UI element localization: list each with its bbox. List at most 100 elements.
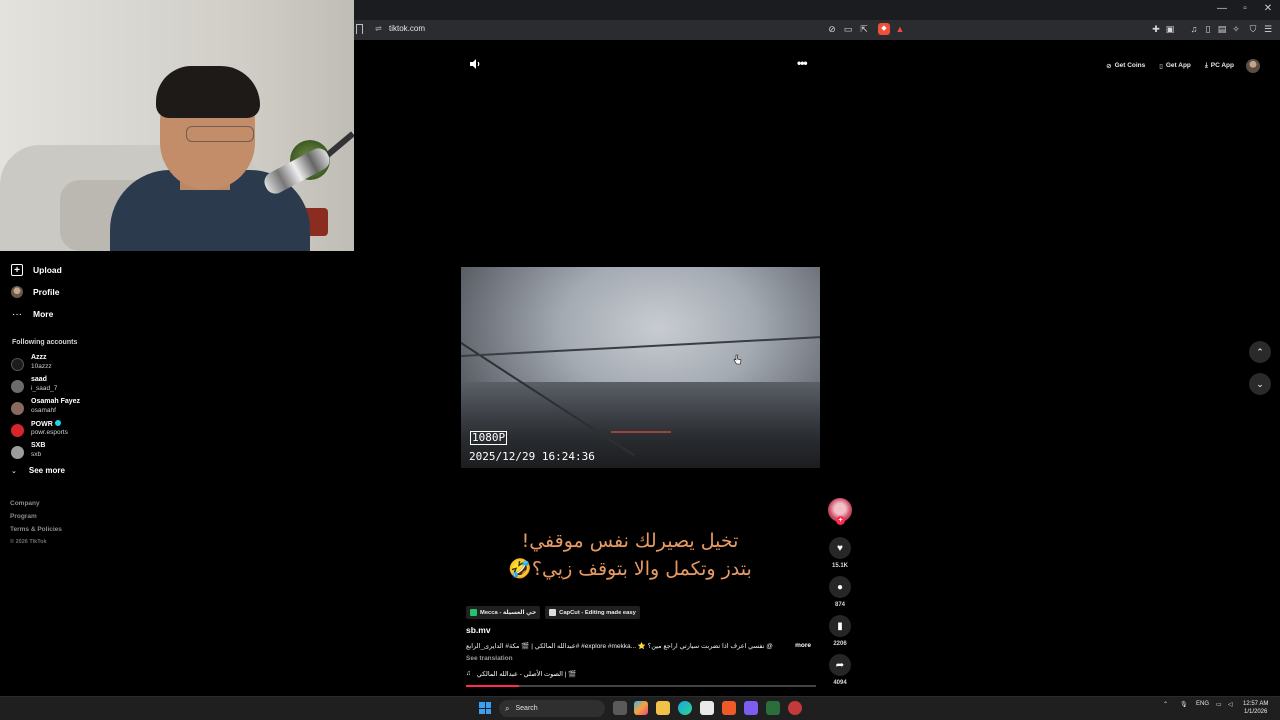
next-video-button[interactable]: ⌄ bbox=[1249, 373, 1271, 395]
brave-shield-icon[interactable]: ◆ bbox=[878, 23, 890, 35]
comment-action[interactable]: ● 874 bbox=[828, 576, 852, 608]
following-account-powr[interactable]: POWR powr.esports bbox=[11, 420, 121, 440]
vpn-icon[interactable]: ⛉ bbox=[1247, 23, 1259, 35]
sidebar-item-more[interactable]: ··· More bbox=[11, 306, 53, 322]
sidebar-icon[interactable]: ▯ bbox=[1202, 23, 1214, 35]
address-bar[interactable]: ⇌ tiktok.com ⊘ ▭ ⇱ ◆ ▲ ✚ ▣ ♫ ▯ ▤ ✧ ⛉ ☰ bbox=[354, 20, 1280, 40]
bookmark-icon[interactable] bbox=[356, 24, 363, 34]
capcut-tag[interactable]: CapCut - Editing made easy bbox=[545, 606, 640, 619]
taskbar-search[interactable]: ⌕ Search bbox=[499, 700, 605, 717]
bookmark-icon[interactable]: ▮ bbox=[829, 615, 851, 637]
share-arrow-icon[interactable]: ➦ bbox=[829, 654, 851, 676]
previous-video-button[interactable]: ⌃ bbox=[1249, 341, 1271, 363]
following-accounts-title: Following accounts bbox=[12, 339, 78, 346]
chevron-up-icon: ⌃ bbox=[1256, 346, 1264, 357]
get-coins-button[interactable]: ⊘ Get Coins bbox=[1102, 58, 1149, 73]
like-count: 15.1K bbox=[831, 563, 848, 569]
follow-plus-icon[interactable]: + bbox=[836, 516, 845, 525]
speaker-icon[interactable]: ◁ bbox=[1228, 701, 1233, 708]
terminal-icon[interactable] bbox=[766, 701, 780, 715]
see-more-button[interactable]: ⌄ See more bbox=[11, 466, 65, 475]
video-line bbox=[461, 335, 820, 357]
sidebar-item-label: More bbox=[33, 309, 54, 319]
like-action[interactable]: ♥ 15.1K bbox=[828, 537, 852, 569]
leo-icon[interactable]: ✧ bbox=[1230, 23, 1242, 35]
avatar bbox=[11, 380, 24, 393]
music-info[interactable]: ♫ الصوت الأصلي - عبدالله المالكي | 🎬 bbox=[466, 670, 576, 678]
clock-date: 1/1/2026 bbox=[1244, 709, 1268, 715]
pc-app-label: PC App bbox=[1210, 62, 1234, 69]
see-translation-link[interactable]: See translation bbox=[466, 655, 513, 662]
webcam-overlay bbox=[0, 0, 354, 251]
share-action[interactable]: ➦ 4094 bbox=[828, 654, 852, 686]
windows-start-icon[interactable] bbox=[479, 702, 491, 714]
language-indicator[interactable]: ENG bbox=[1196, 701, 1209, 707]
video-author[interactable]: sb.mv bbox=[466, 625, 491, 635]
account-handle: 10azzz bbox=[31, 363, 52, 370]
url-text[interactable]: tiktok.com bbox=[389, 24, 425, 33]
coin-icon: ⊘ bbox=[1106, 62, 1112, 70]
get-coins-label: Get Coins bbox=[1114, 62, 1146, 69]
wifi-icon[interactable]: ▭ bbox=[1216, 701, 1222, 708]
site-settings-icon[interactable]: ⇌ bbox=[375, 24, 382, 33]
hand-cursor-icon bbox=[733, 354, 742, 365]
restore-button[interactable]: ▫ bbox=[1239, 3, 1251, 14]
account-name-text: POWR bbox=[31, 421, 53, 428]
tray-chevron-icon[interactable]: ⌃ bbox=[1163, 701, 1168, 708]
volume-icon[interactable] bbox=[469, 58, 481, 70]
webcam-glasses bbox=[186, 126, 254, 142]
video-light bbox=[611, 431, 671, 433]
video-frame[interactable]: 1080P 2025/12/29 16:24:36 bbox=[461, 267, 820, 468]
resolution-badge: 1080P bbox=[470, 431, 508, 445]
minimize-button[interactable]: — bbox=[1216, 3, 1228, 14]
windows-taskbar: ⌕ Search ⌃ 🎙 ENG ▭ ◁ 12:57 AM 1/1/2026 bbox=[0, 696, 1280, 720]
user-avatar[interactable] bbox=[1246, 58, 1260, 73]
get-app-button[interactable]: ▯ Get App bbox=[1155, 58, 1195, 73]
account-name: POWR bbox=[31, 420, 61, 428]
edge-icon[interactable] bbox=[678, 701, 692, 715]
screenshot-icon[interactable]: ▣ bbox=[1164, 23, 1176, 35]
brave-icon[interactable] bbox=[722, 701, 736, 715]
video-caption-line2: بتدز وتكمل والا بتوقف زيي؟🤣 bbox=[508, 558, 752, 580]
share-icon[interactable]: ⇱ bbox=[858, 23, 870, 35]
more-button[interactable]: more bbox=[795, 642, 811, 650]
more-options-icon[interactable]: ••• bbox=[797, 56, 808, 70]
brave-rewards-icon[interactable]: ▲ bbox=[894, 23, 906, 35]
following-account-osamah[interactable]: Osamah Fayez osamahf bbox=[11, 398, 121, 418]
mic-icon[interactable]: 🎙 bbox=[1180, 701, 1188, 708]
following-account-saad[interactable]: saad i_saad_7 bbox=[11, 376, 121, 396]
store-icon[interactable] bbox=[700, 701, 714, 715]
footer-link-company[interactable]: Company bbox=[10, 500, 40, 507]
video-progress-bar[interactable] bbox=[466, 685, 816, 687]
extensions-icon[interactable]: ✚ bbox=[1150, 23, 1162, 35]
comment-icon[interactable]: ● bbox=[829, 576, 851, 598]
no-cast-icon[interactable]: ⊘ bbox=[826, 23, 838, 35]
phone-icon: ▯ bbox=[1159, 62, 1163, 70]
taskbar-clock[interactable]: 12:57 AM 1/1/2026 bbox=[1243, 700, 1268, 716]
music-note-icon: ♫ bbox=[466, 670, 471, 677]
close-window-button[interactable]: ✕ bbox=[1262, 3, 1274, 14]
file-explorer-icon[interactable] bbox=[656, 701, 670, 715]
task-view-icon[interactable] bbox=[613, 701, 627, 715]
sidebar-item-upload[interactable]: + Upload bbox=[11, 262, 62, 278]
profile-avatar bbox=[11, 286, 23, 298]
heart-icon[interactable]: ♥ bbox=[829, 537, 851, 559]
screen-icon[interactable]: ▭ bbox=[842, 23, 854, 35]
media-icon[interactable]: ♫ bbox=[1188, 23, 1200, 35]
following-account-sxb[interactable]: SXB sxb bbox=[11, 442, 121, 462]
location-tag[interactable]: Mecca - حي العسيلة bbox=[466, 606, 541, 619]
chevron-down-icon: ⌄ bbox=[11, 467, 17, 475]
app-icon[interactable] bbox=[788, 701, 802, 715]
pc-app-button[interactable]: ⤓ PC App bbox=[1201, 58, 1238, 73]
copilot-icon[interactable] bbox=[634, 701, 648, 715]
menu-icon[interactable]: ☰ bbox=[1262, 23, 1274, 35]
account-name: Osamah Fayez bbox=[31, 398, 81, 405]
following-account-azzz[interactable]: Azzz 10azzz bbox=[11, 354, 121, 374]
footer-link-program[interactable]: Program bbox=[10, 513, 37, 520]
tag-label: Mecca - حي العسيلة bbox=[480, 609, 537, 616]
sidebar-item-profile[interactable]: Profile bbox=[11, 284, 59, 300]
save-action[interactable]: ▮ 2206 bbox=[828, 615, 852, 647]
wallet-icon[interactable]: ▤ bbox=[1216, 23, 1228, 35]
discord-icon[interactable] bbox=[744, 701, 758, 715]
footer-link-terms[interactable]: Terms & Policies bbox=[10, 526, 62, 533]
